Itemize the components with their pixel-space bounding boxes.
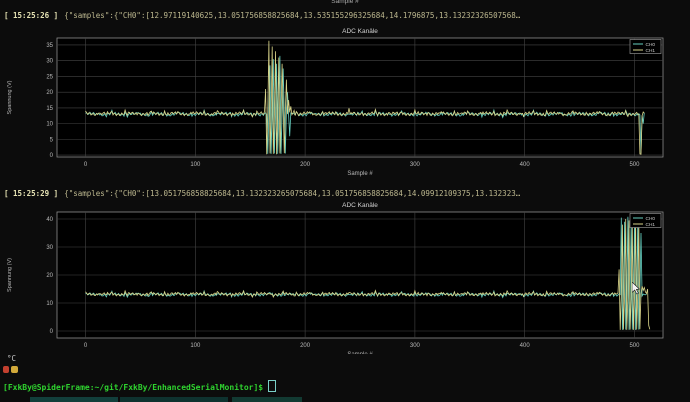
svg-text:100: 100 xyxy=(190,343,201,349)
log-line: [ 15:25:29 ] {"samples":{"CH0":[13.051756… xyxy=(4,189,520,198)
log-timestamp: [ 15:25:26 ] xyxy=(4,11,58,20)
svg-text:40: 40 xyxy=(46,217,53,223)
svg-text:5: 5 xyxy=(50,137,54,143)
svg-text:200: 200 xyxy=(300,162,311,168)
svg-text:ADC Kanäle: ADC Kanäle xyxy=(342,28,378,35)
svg-text:0: 0 xyxy=(50,329,54,335)
status-bar-segment xyxy=(120,397,228,402)
svg-text:500: 500 xyxy=(629,162,640,168)
svg-text:500: 500 xyxy=(629,343,640,349)
svg-text:100: 100 xyxy=(190,162,201,168)
mouse-pointer-icon xyxy=(632,282,642,295)
chart-1-svg: 0 5 10 15 20 25 30 35 0 100 200 300 400 500 ADC Kanäle… xyxy=(0,24,690,178)
svg-text:Spannung (V): Spannung (V) xyxy=(7,80,13,114)
svg-text:Sample #: Sample # xyxy=(347,171,373,177)
log-timestamp: [ 15:25:29 ] xyxy=(4,189,58,198)
log-json-text: {"samples":{"CH0":[12.97119140625,13.051… xyxy=(64,11,520,20)
svg-text:CH1: CH1 xyxy=(646,222,656,228)
shell-prompt: [FxkBy@SpiderFrame:~/git/FxkBy/EnhancedS… xyxy=(3,380,276,392)
svg-text:CH1: CH1 xyxy=(646,48,656,54)
status-bar-segment xyxy=(232,397,302,402)
chart-2-svg: 0102030400100200300400500ADC KanäleSpann… xyxy=(0,202,690,354)
svg-text:20: 20 xyxy=(46,90,53,96)
svg-text:ADC Kanäle: ADC Kanäle xyxy=(342,202,378,209)
svg-text:200: 200 xyxy=(300,343,311,349)
log-line: [ 15:25:26 ] {"samples":{"CH0":[12.971191… xyxy=(4,11,520,20)
svg-text:30: 30 xyxy=(46,59,53,65)
status-icons xyxy=(3,366,20,374)
svg-text:20: 20 xyxy=(46,273,53,279)
svg-text:35: 35 xyxy=(46,43,53,49)
previous-chart-xlabel-partial: Sample # xyxy=(0,0,690,5)
status-bar-segment xyxy=(30,397,118,402)
svg-text:400: 400 xyxy=(520,162,531,168)
svg-text:0: 0 xyxy=(84,343,88,349)
svg-text:10: 10 xyxy=(46,122,53,128)
svg-text:Spannung (V): Spannung (V) xyxy=(7,258,13,292)
svg-text:400: 400 xyxy=(520,343,531,349)
svg-text:300: 300 xyxy=(410,343,421,349)
svg-text:0: 0 xyxy=(50,153,54,159)
svg-text:15: 15 xyxy=(46,106,53,112)
svg-text:30: 30 xyxy=(46,245,53,251)
temperature-unit-label: °C xyxy=(7,354,16,363)
svg-text:25: 25 xyxy=(46,74,53,80)
svg-text:Sample #: Sample # xyxy=(347,352,373,354)
svg-text:0: 0 xyxy=(84,162,88,168)
yellow-marker-icon xyxy=(11,366,18,373)
svg-text:CH0: CH0 xyxy=(646,42,656,48)
red-marker-icon xyxy=(3,366,9,373)
log-json-text: {"samples":{"CH0":[13.051756858825684,13… xyxy=(64,189,520,198)
svg-text:CH0: CH0 xyxy=(646,216,656,222)
svg-text:10: 10 xyxy=(46,301,53,307)
cutoff-status-bar xyxy=(0,397,690,402)
terminal-cursor[interactable] xyxy=(268,380,276,392)
prompt-text: [FxkBy@SpiderFrame:~/git/FxkBy/EnhancedS… xyxy=(3,383,263,392)
svg-text:300: 300 xyxy=(410,162,421,168)
